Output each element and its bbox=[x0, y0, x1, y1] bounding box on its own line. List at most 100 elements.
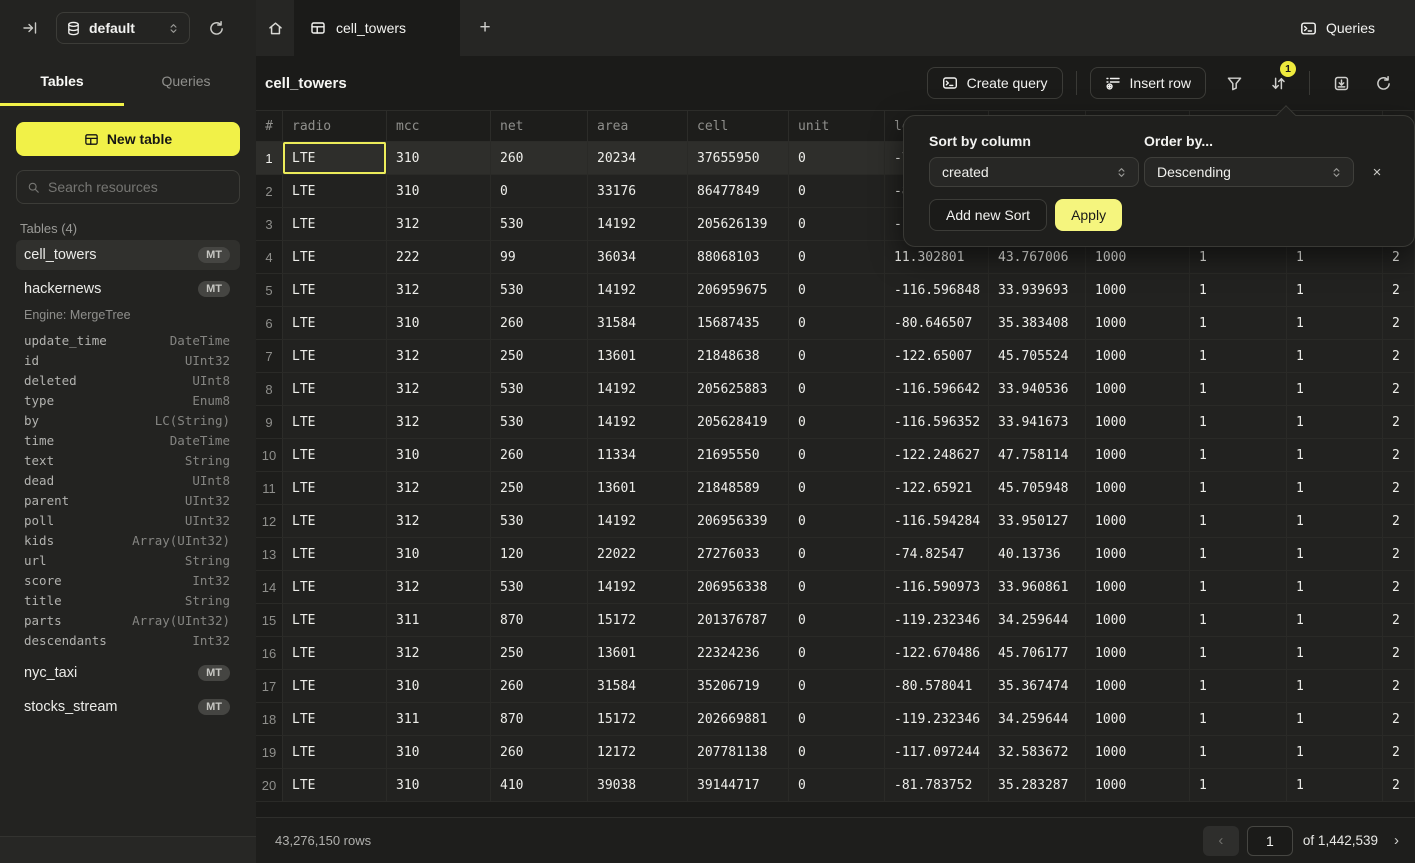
table-cell[interactable]: 310 bbox=[387, 769, 491, 801]
table-cell[interactable]: 1 bbox=[1190, 538, 1287, 570]
table-cell[interactable]: 312 bbox=[387, 571, 491, 603]
table-cell[interactable]: -116.594284 bbox=[885, 505, 989, 537]
table-cell[interactable]: 22324236 bbox=[688, 637, 789, 669]
table-cell[interactable]: 312 bbox=[387, 373, 491, 405]
download-button[interactable] bbox=[1323, 67, 1359, 99]
filter-button[interactable] bbox=[1216, 67, 1252, 99]
table-cell[interactable]: 312 bbox=[387, 637, 491, 669]
collapse-sidebar-button[interactable] bbox=[16, 14, 44, 42]
table-cell[interactable]: 870 bbox=[491, 604, 588, 636]
column-header[interactable]: cell bbox=[688, 111, 789, 141]
table-cell[interactable]: 0 bbox=[789, 538, 885, 570]
table-cell[interactable]: 1000 bbox=[1086, 670, 1190, 702]
table-cell[interactable]: 260 bbox=[491, 307, 588, 339]
table-cell[interactable]: 312 bbox=[387, 505, 491, 537]
table-cell[interactable]: 0 bbox=[789, 274, 885, 306]
sidebar-item-cell-towers[interactable]: cell_towers MT bbox=[16, 240, 240, 270]
table-cell[interactable]: 2 bbox=[1383, 670, 1415, 702]
table-cell[interactable]: 40.13736 bbox=[989, 538, 1086, 570]
new-tab-button[interactable]: + bbox=[460, 0, 510, 56]
table-cell[interactable]: 33.939693 bbox=[989, 274, 1086, 306]
table-cell[interactable]: LTE bbox=[283, 472, 387, 504]
table-row[interactable]: 10LTE31026011334216955500-122.24862747.7… bbox=[256, 439, 1415, 472]
table-cell[interactable]: 530 bbox=[491, 208, 588, 240]
table-cell[interactable]: 0 bbox=[789, 637, 885, 669]
column-header[interactable]: unit bbox=[789, 111, 885, 141]
table-cell[interactable]: 222 bbox=[387, 241, 491, 273]
table-cell[interactable]: 1 bbox=[1190, 373, 1287, 405]
table-cell[interactable]: 1 bbox=[1190, 505, 1287, 537]
column-header[interactable]: radio bbox=[283, 111, 387, 141]
table-cell[interactable]: 21695550 bbox=[688, 439, 789, 471]
table-row[interactable]: 8LTE312530141922056258830-116.59664233.9… bbox=[256, 373, 1415, 406]
table-cell[interactable]: 0 bbox=[789, 505, 885, 537]
table-cell[interactable]: LTE bbox=[283, 274, 387, 306]
database-selector[interactable]: default bbox=[56, 12, 190, 44]
table-cell[interactable]: 312 bbox=[387, 406, 491, 438]
table-cell[interactable]: 1 bbox=[1190, 637, 1287, 669]
table-row[interactable]: 14LTE312530141922069563380-116.59097333.… bbox=[256, 571, 1415, 604]
table-cell[interactable]: 0 bbox=[789, 604, 885, 636]
table-cell[interactable]: 2 bbox=[1383, 538, 1415, 570]
table-cell[interactable]: 33.940536 bbox=[989, 373, 1086, 405]
table-cell[interactable]: 34.259644 bbox=[989, 703, 1086, 735]
table-cell[interactable]: 0 bbox=[789, 736, 885, 768]
table-cell[interactable]: 0 bbox=[789, 571, 885, 603]
column-header[interactable]: area bbox=[588, 111, 688, 141]
table-cell[interactable]: 1 bbox=[1287, 406, 1383, 438]
table-cell[interactable]: LTE bbox=[283, 670, 387, 702]
table-cell[interactable]: 88068103 bbox=[688, 241, 789, 273]
table-cell[interactable]: -74.82547 bbox=[885, 538, 989, 570]
table-cell[interactable]: 1 bbox=[1190, 604, 1287, 636]
sort-button[interactable]: 1 bbox=[1260, 67, 1296, 99]
column-header[interactable]: mcc bbox=[387, 111, 491, 141]
sidebar-item-hackernews[interactable]: hackernews MT bbox=[16, 274, 240, 304]
table-cell[interactable]: 311 bbox=[387, 703, 491, 735]
table-cell[interactable]: 1000 bbox=[1086, 703, 1190, 735]
table-cell[interactable]: 1000 bbox=[1086, 406, 1190, 438]
table-cell[interactable]: LTE bbox=[283, 604, 387, 636]
table-cell[interactable]: 1000 bbox=[1086, 472, 1190, 504]
table-cell[interactable]: 1 bbox=[1190, 571, 1287, 603]
table-cell[interactable]: -81.783752 bbox=[885, 769, 989, 801]
table-cell[interactable]: 14192 bbox=[588, 274, 688, 306]
table-cell[interactable]: 2 bbox=[1383, 307, 1415, 339]
table-cell[interactable]: 2 bbox=[1383, 340, 1415, 372]
table-cell[interactable]: 206959675 bbox=[688, 274, 789, 306]
table-cell[interactable]: 0 bbox=[789, 769, 885, 801]
table-cell[interactable]: 0 bbox=[789, 703, 885, 735]
table-cell[interactable]: -116.596352 bbox=[885, 406, 989, 438]
table-cell[interactable]: 530 bbox=[491, 406, 588, 438]
add-new-sort-button[interactable]: Add new Sort bbox=[929, 199, 1047, 231]
table-cell[interactable]: 1 bbox=[1287, 637, 1383, 669]
table-cell[interactable]: 33.941673 bbox=[989, 406, 1086, 438]
table-cell[interactable]: 45.706177 bbox=[989, 637, 1086, 669]
table-cell[interactable]: 14192 bbox=[588, 208, 688, 240]
insert-row-button[interactable]: Insert row bbox=[1090, 67, 1206, 99]
table-cell[interactable]: LTE bbox=[283, 340, 387, 372]
table-cell[interactable]: 22022 bbox=[588, 538, 688, 570]
table-cell[interactable]: 1 bbox=[1190, 736, 1287, 768]
table-cell[interactable]: 37655950 bbox=[688, 142, 789, 174]
table-row[interactable]: 9LTE312530141922056284190-116.59635233.9… bbox=[256, 406, 1415, 439]
table-cell[interactable]: 530 bbox=[491, 571, 588, 603]
table-cell[interactable]: -119.232346 bbox=[885, 604, 989, 636]
table-cell[interactable]: -117.097244 bbox=[885, 736, 989, 768]
table-cell[interactable]: 39144717 bbox=[688, 769, 789, 801]
table-cell[interactable]: 2 bbox=[1383, 505, 1415, 537]
table-cell[interactable]: 250 bbox=[491, 637, 588, 669]
reload-table-button[interactable] bbox=[1365, 67, 1401, 99]
table-cell[interactable]: 1 bbox=[1287, 736, 1383, 768]
table-cell[interactable]: LTE bbox=[283, 571, 387, 603]
table-cell[interactable]: 1000 bbox=[1086, 571, 1190, 603]
table-cell[interactable]: 207781138 bbox=[688, 736, 789, 768]
table-cell[interactable]: 0 bbox=[789, 175, 885, 207]
table-cell[interactable]: LTE bbox=[283, 208, 387, 240]
table-cell[interactable]: 530 bbox=[491, 274, 588, 306]
table-cell[interactable]: 0 bbox=[789, 142, 885, 174]
table-cell[interactable]: 20234 bbox=[588, 142, 688, 174]
table-cell[interactable]: 2 bbox=[1383, 703, 1415, 735]
table-cell[interactable]: 2 bbox=[1383, 472, 1415, 504]
table-cell[interactable]: -122.670486 bbox=[885, 637, 989, 669]
table-row[interactable]: 12LTE312530141922069563390-116.59428433.… bbox=[256, 505, 1415, 538]
